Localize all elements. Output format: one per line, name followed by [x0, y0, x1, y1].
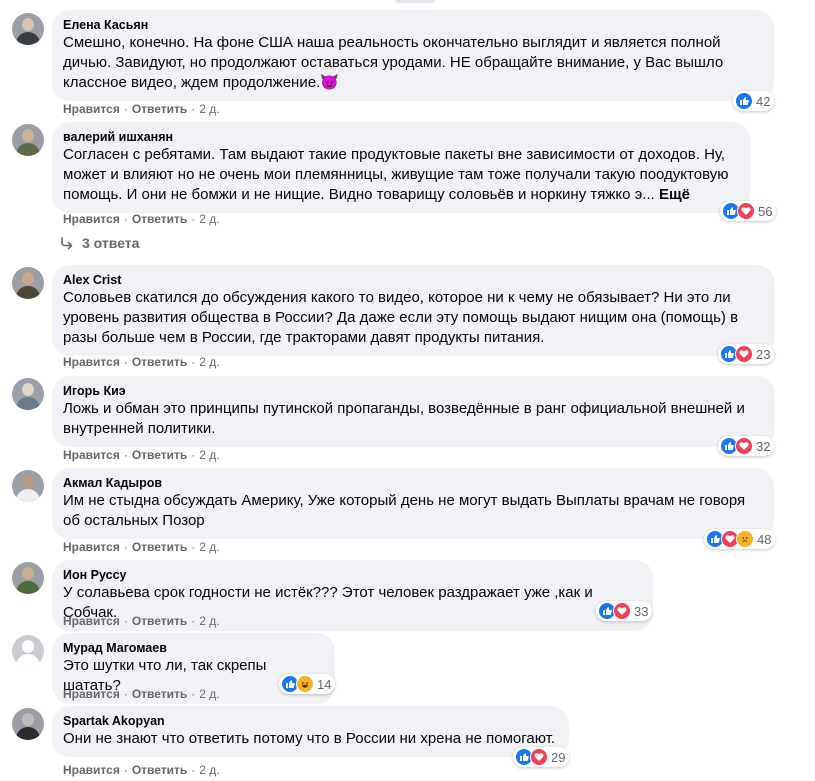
like-button[interactable]: Нравится [63, 101, 120, 117]
reply-button[interactable]: Ответить [132, 686, 187, 702]
reaction-count: 14 [317, 676, 332, 692]
reaction-count: 56 [758, 203, 773, 219]
comment-actions: Нравится · Ответить · 2 д. [63, 447, 220, 463]
comment-text: Им не стыдна обсуждать Америку, Уже кото… [63, 492, 746, 529]
devil-emoji: 😈 [320, 74, 339, 91]
avatar[interactable] [12, 470, 44, 502]
comment-timestamp[interactable]: 2 д. [199, 447, 219, 463]
comment-bubble: Spartak Akopyan Они не знают что ответит… [52, 706, 569, 757]
reaction-summary[interactable]: 48 [704, 529, 776, 549]
reply-button[interactable]: Ответить [132, 211, 187, 227]
see-more-link[interactable]: Ещё [659, 186, 690, 203]
reaction-summary[interactable]: 23 [718, 344, 775, 364]
reaction-count: 29 [551, 749, 566, 765]
replies-count-label: 3 ответа [82, 235, 140, 251]
avatar[interactable] [12, 378, 44, 410]
reply-arrow-icon [61, 237, 73, 250]
comment-actions: Нравится · Ответить · 2 д. [63, 354, 220, 370]
comment-timestamp[interactable]: 2 д. [199, 686, 219, 702]
comment-bubble: валерий ишханян Согласен с ребятами. Там… [52, 122, 750, 213]
reaction-summary[interactable]: 29 [513, 747, 570, 767]
comment-timestamp[interactable]: 2 д. [199, 539, 219, 555]
reaction-count: 23 [756, 346, 771, 362]
reaction-summary[interactable]: 56 [720, 201, 777, 221]
reply-button[interactable]: Ответить [132, 354, 187, 370]
comment-actions: Нравится · Ответить · 2 д. [63, 686, 220, 702]
comment-text: Соловьев скатился до обсуждения какого т… [63, 289, 739, 346]
love-icon [530, 748, 548, 766]
view-replies-button[interactable]: 3 ответа [60, 235, 139, 251]
reaction-count: 33 [634, 603, 649, 619]
comment-actions: Нравится · Ответить · 2 д. [63, 211, 220, 227]
reply-button[interactable]: Ответить [132, 447, 187, 463]
comment-bubble: Игорь Киэ Ложь и обман это принципы пути… [52, 376, 775, 447]
comment-actions: Нравится · Ответить · 2 д. [63, 762, 220, 778]
like-button[interactable]: Нравится [63, 613, 120, 629]
reaction-count: 32 [756, 438, 771, 454]
comment-bubble: Елена Касьян Смешно, конечно. На фоне СШ… [52, 10, 774, 101]
comment-timestamp[interactable]: 2 д. [199, 354, 219, 370]
comment-author[interactable]: Мурад Магомаев [63, 640, 324, 656]
comment-timestamp[interactable]: 2 д. [199, 762, 219, 778]
like-button[interactable]: Нравится [63, 354, 120, 370]
reaction-summary[interactable]: 33 [596, 601, 653, 621]
avatar[interactable] [12, 267, 44, 299]
comment-author[interactable]: Alex Crist [63, 272, 764, 288]
like-button[interactable]: Нравится [63, 539, 120, 555]
reply-button[interactable]: Ответить [132, 101, 187, 117]
top-divider [395, 0, 435, 3]
sad-icon [736, 530, 754, 548]
comment-actions: Нравится · Ответить · 2 д. [63, 539, 220, 555]
reply-button[interactable]: Ответить [132, 762, 187, 778]
comment-text: Ложь и обман это принципы путинской проп… [63, 400, 745, 437]
reply-button[interactable]: Ответить [132, 539, 187, 555]
reaction-summary[interactable]: 42 [733, 91, 775, 111]
comment-bubble: Акмал Кадыров Им не стыдна обсуждать Аме… [52, 468, 774, 539]
like-icon [735, 92, 753, 110]
comment-timestamp[interactable]: 2 д. [199, 613, 219, 629]
comment-text: Они не знают что ответить потому что в Р… [63, 730, 556, 747]
comment-timestamp[interactable]: 2 д. [199, 211, 219, 227]
love-icon [737, 202, 755, 220]
comment-text: Согласен с ребятами. Там выдают такие пр… [63, 146, 729, 203]
avatar[interactable] [12, 124, 44, 156]
reaction-summary[interactable]: 32 [718, 436, 775, 456]
avatar[interactable] [12, 13, 44, 45]
comment-author[interactable]: валерий ишханян [63, 129, 739, 145]
love-icon [613, 602, 631, 620]
comment-bubble: Alex Crist Соловьев скатился до обсужден… [52, 265, 775, 356]
comment-author[interactable]: Елена Касьян [63, 17, 763, 33]
love-icon [735, 345, 753, 363]
comment-actions: Нравится · Ответить · 2 д. [63, 613, 220, 629]
reaction-summary[interactable]: 14 [279, 674, 336, 694]
comment-timestamp[interactable]: 2 д. [199, 101, 219, 117]
comment-actions: Нравится · Ответить · 2 д. [63, 101, 220, 117]
avatar[interactable] [12, 635, 44, 667]
comment-author[interactable]: Игорь Киэ [63, 383, 764, 399]
comment-author[interactable]: Ион Руссу [63, 567, 642, 583]
like-button[interactable]: Нравится [63, 686, 120, 702]
comment-author[interactable]: Акмал Кадыров [63, 475, 763, 491]
avatar[interactable] [12, 708, 44, 740]
reaction-count: 42 [756, 93, 771, 109]
haha-icon [296, 675, 314, 693]
reaction-count: 48 [757, 531, 772, 547]
comment-author[interactable]: Spartak Akopyan [63, 713, 558, 729]
like-button[interactable]: Нравится [63, 762, 120, 778]
love-icon [735, 437, 753, 455]
avatar[interactable] [12, 562, 44, 594]
reply-button[interactable]: Ответить [132, 613, 187, 629]
like-button[interactable]: Нравится [63, 211, 120, 227]
comment-text: Смешно, конечно. На фоне США наша реальн… [63, 34, 724, 91]
like-button[interactable]: Нравится [63, 447, 120, 463]
